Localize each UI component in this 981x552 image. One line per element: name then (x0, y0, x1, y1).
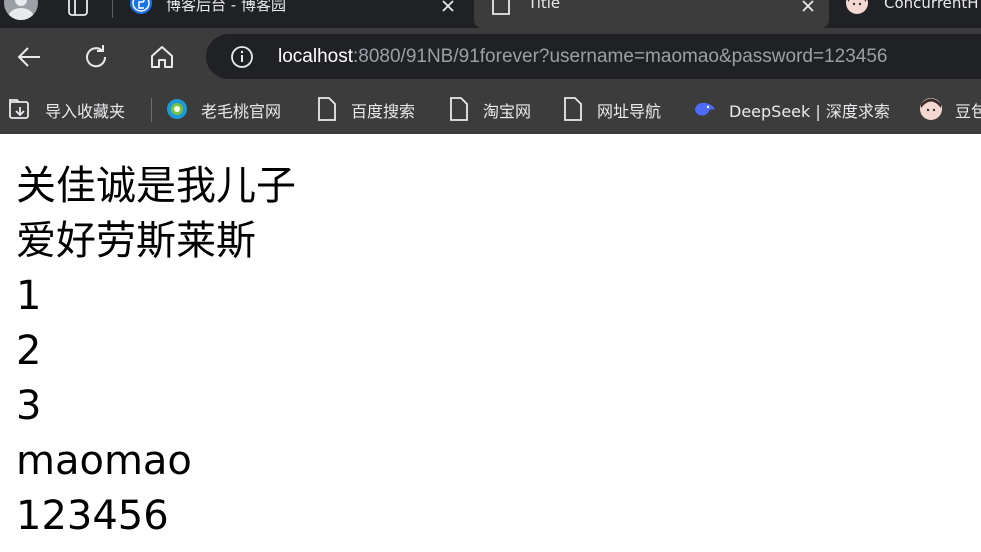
close-icon[interactable] (800, 0, 816, 14)
content-line: maomao (16, 438, 192, 484)
home-icon[interactable] (147, 42, 177, 72)
deepseek-whale-icon (695, 102, 715, 116)
tab-actions-icon[interactable] (66, 0, 90, 18)
tab-title: 博客后台 - 博客园 (166, 0, 286, 14)
content-line: 123456 (16, 493, 169, 539)
blog-logo-icon (130, 0, 152, 14)
tab-title: Title (528, 0, 561, 12)
avatar-icon (846, 0, 868, 14)
laomaotao-logo-icon (167, 99, 187, 119)
content-line: 关佳诚是我儿子 (16, 163, 296, 209)
bookmark-baidu[interactable]: 百度搜索 (315, 96, 427, 122)
page-icon (318, 97, 336, 121)
page-icon (450, 97, 468, 121)
bookmark-import-favorites[interactable]: 导入收藏夹 (8, 96, 144, 122)
url-host: localhost (278, 46, 353, 67)
bookmark-label: 百度搜索 (351, 102, 416, 121)
page-icon (492, 0, 510, 15)
bookmarks-bar: 导入收藏夹 老毛桃官网 百度搜索 淘宝网 网址导航 DeepSeek | 深度求… (0, 88, 981, 134)
bookmark-laomaotao[interactable]: 老毛桃官网 (165, 96, 295, 122)
doubao-avatar-icon (920, 98, 942, 120)
bookmark-label: DeepSeek | 深度求索 (729, 102, 890, 121)
address-bar[interactable]: localhost:8080/91NB/91forever?username=m… (206, 34, 981, 79)
url-text[interactable]: localhost:8080/91NB/91forever?username=m… (278, 46, 887, 68)
reload-icon[interactable] (81, 42, 111, 72)
site-info-icon[interactable] (230, 45, 254, 69)
bookmark-separator (151, 98, 152, 122)
back-arrow-icon[interactable] (14, 42, 44, 72)
tab-strip: 博客后台 - 博客园 Title ConcurrentH (0, 0, 981, 28)
bookmark-label: 老毛桃官网 (201, 102, 282, 121)
close-icon[interactable] (440, 0, 456, 14)
toolbar: localhost:8080/91NB/91forever?username=m… (0, 28, 981, 88)
bookmark-deepseek[interactable]: DeepSeek | 深度求索 (693, 96, 901, 122)
bookmark-doubao[interactable]: 豆包 (919, 96, 981, 122)
bookmark-label: 网址导航 (597, 102, 662, 121)
tab-separator (112, 0, 113, 18)
browser-window: 博客后台 - 博客园 Title ConcurrentH localhost:8… (0, 0, 981, 552)
page-content: 关佳诚是我儿子 爱好劳斯莱斯 1 2 3 maomao 123456 (0, 138, 981, 552)
bookmark-label: 淘宝网 (483, 102, 532, 121)
bookmark-url-nav[interactable]: 网址导航 (561, 96, 673, 122)
profile-avatar-icon[interactable] (4, 0, 38, 20)
import-favorites-icon (9, 99, 29, 119)
bookmark-taobao[interactable]: 淘宝网 (447, 96, 541, 122)
url-path: :8080/91NB/91forever?username=maomao&pas… (353, 46, 888, 67)
tab-concurrent[interactable]: ConcurrentH (832, 0, 981, 28)
page-icon (564, 97, 582, 121)
tab-title: ConcurrentH (884, 0, 979, 12)
content-line: 3 (16, 383, 42, 429)
bookmark-label: 豆包 (955, 102, 981, 121)
content-line: 2 (16, 328, 42, 374)
content-line: 1 (16, 273, 42, 319)
bookmark-label: 导入收藏夹 (45, 102, 126, 121)
content-line: 爱好劳斯莱斯 (16, 218, 256, 264)
tab-blog-admin[interactable]: 博客后台 - 博客园 (118, 0, 470, 28)
tab-title-page[interactable]: Title (474, 0, 829, 28)
